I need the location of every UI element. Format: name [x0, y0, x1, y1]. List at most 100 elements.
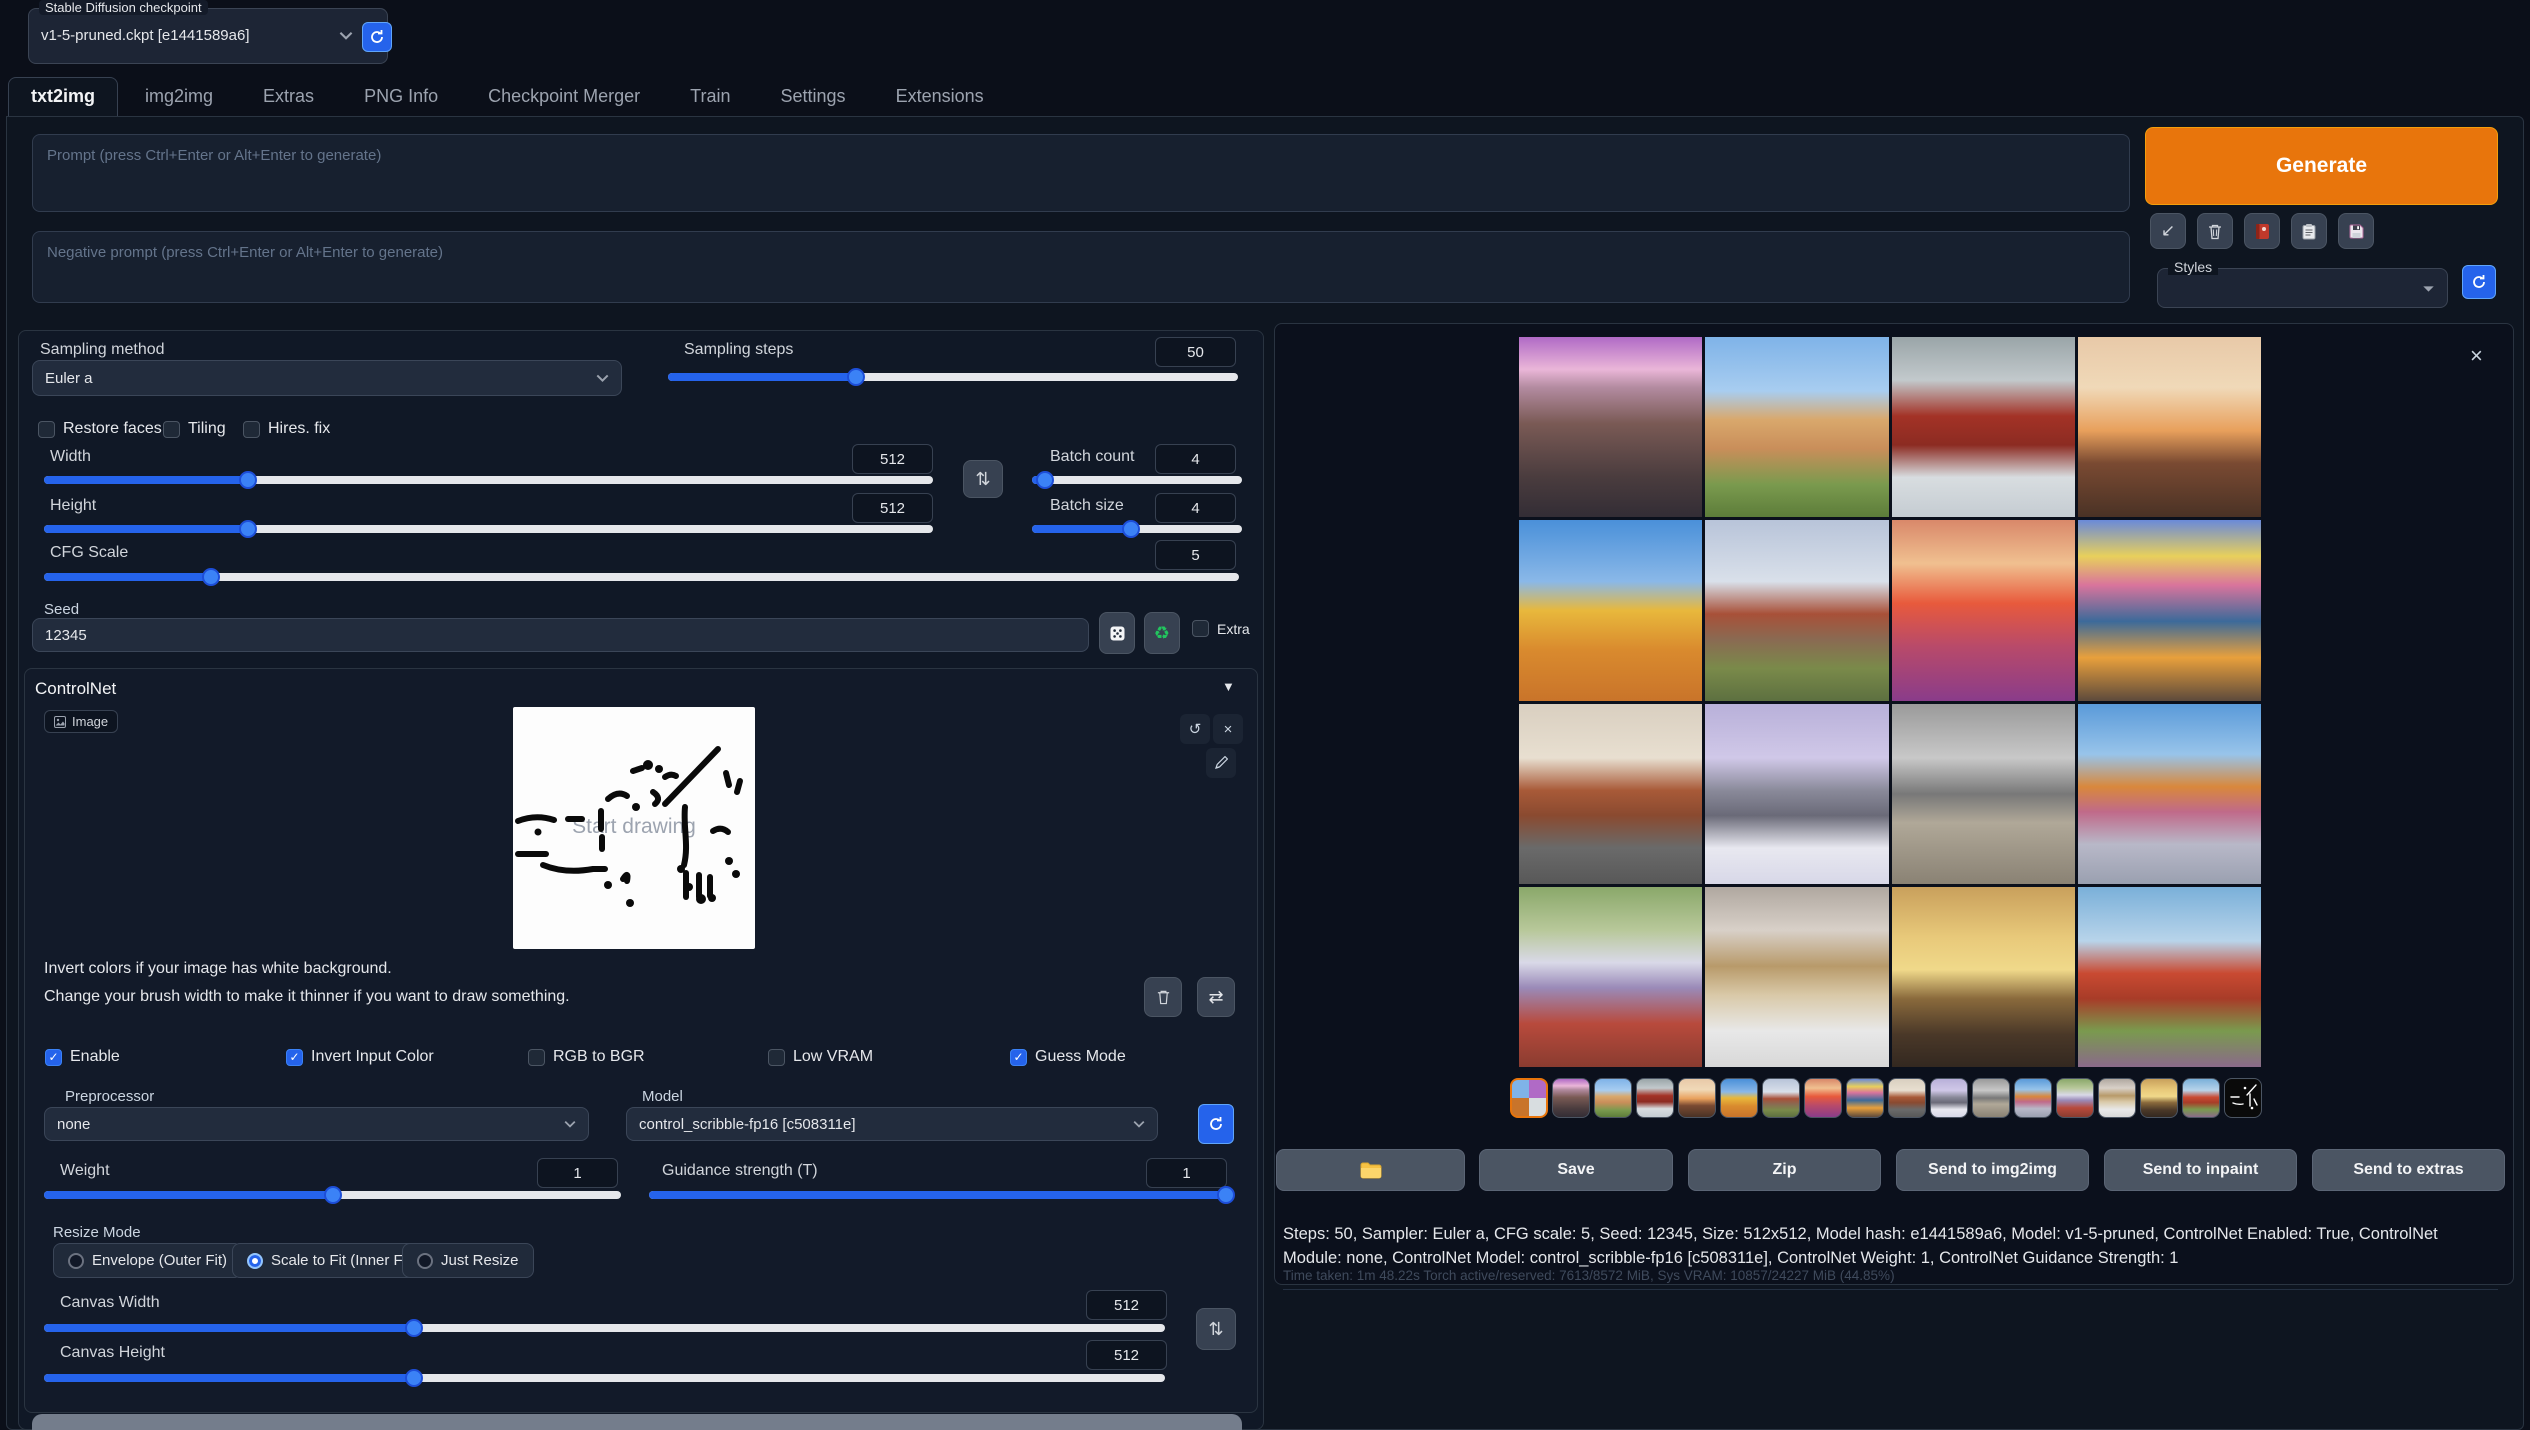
thumbnail[interactable]: [2098, 1078, 2136, 1118]
random-seed-button[interactable]: [1099, 612, 1135, 654]
save-style-button[interactable]: [2338, 213, 2374, 249]
prompt-input[interactable]: [32, 134, 2130, 212]
hires-fix-toggle[interactable]: Hires. fix: [243, 420, 330, 438]
refresh-controlnet-models-button[interactable]: [1198, 1104, 1234, 1144]
result-image[interactable]: [2078, 887, 2261, 1067]
invert-input-toggle[interactable]: ✓Invert Input Color: [286, 1048, 434, 1066]
hires-fix-checkbox[interactable]: [243, 421, 260, 438]
result-image[interactable]: [1519, 887, 1702, 1067]
guess-mode-toggle[interactable]: ✓Guess Mode: [1010, 1048, 1126, 1066]
controlnet-swap-button[interactable]: ⇄: [1197, 977, 1235, 1017]
create-canvas-button[interactable]: [32, 1414, 1242, 1430]
send-to-inpaint-button[interactable]: Send to inpaint: [2104, 1149, 2297, 1191]
canvas-height-slider[interactable]: [44, 1369, 1165, 1387]
tab-settings[interactable]: Settings: [758, 77, 869, 117]
thumbnail[interactable]: [1804, 1078, 1842, 1118]
restore-faces-checkbox[interactable]: [38, 421, 55, 438]
controlnet-model-dropdown[interactable]: control_scribble-fp16 [c508311e]: [626, 1107, 1158, 1141]
tiling-checkbox[interactable]: [163, 421, 180, 438]
result-image[interactable]: [1705, 887, 1888, 1067]
result-image[interactable]: [1705, 520, 1888, 700]
rgb-to-bgr-toggle[interactable]: RGB to BGR: [528, 1048, 645, 1066]
thumbnail[interactable]: [2014, 1078, 2052, 1118]
thumbnail[interactable]: [1846, 1078, 1884, 1118]
styles-dropdown[interactable]: Styles: [2157, 268, 2448, 308]
invert-input-checkbox[interactable]: ✓: [286, 1049, 303, 1066]
resize-just-resize-radio[interactable]: Just Resize: [402, 1243, 534, 1278]
thumbnail[interactable]: [1972, 1078, 2010, 1118]
guidance-strength-input[interactable]: 1: [1146, 1158, 1227, 1188]
clear-prompt-button[interactable]: [2197, 213, 2233, 249]
result-image[interactable]: [1519, 337, 1702, 517]
save-button[interactable]: Save: [1479, 1149, 1673, 1191]
rgb-to-bgr-checkbox[interactable]: [528, 1049, 545, 1066]
skip-button[interactable]: ↙: [2150, 213, 2186, 249]
close-gallery-icon[interactable]: ×: [2470, 343, 2483, 369]
result-image[interactable]: [2078, 704, 2261, 884]
thumbnail[interactable]: [1678, 1078, 1716, 1118]
canvas-undo-button[interactable]: ↺: [1180, 714, 1210, 744]
enable-checkbox[interactable]: ✓: [45, 1049, 62, 1066]
controlnet-canvas[interactable]: Start drawing: [513, 707, 755, 949]
thumbnail[interactable]: [2140, 1078, 2178, 1118]
canvas-height-input[interactable]: 512: [1086, 1340, 1167, 1370]
guess-mode-checkbox[interactable]: ✓: [1010, 1049, 1027, 1066]
thumbnail[interactable]: [1594, 1078, 1632, 1118]
canvas-width-slider[interactable]: [44, 1319, 1165, 1337]
reuse-seed-button[interactable]: ♻: [1144, 612, 1180, 654]
resize-scale-to-fit-radio[interactable]: Scale to Fit (Inner Fit): [232, 1243, 430, 1278]
thumbnail[interactable]: [1762, 1078, 1800, 1118]
height-input[interactable]: 512: [852, 493, 933, 523]
cfg-scale-input[interactable]: 5: [1155, 540, 1236, 570]
thumbnail[interactable]: [1888, 1078, 1926, 1118]
thumbnail[interactable]: [1636, 1078, 1674, 1118]
width-input[interactable]: 512: [852, 444, 933, 474]
guidance-strength-slider[interactable]: [649, 1186, 1226, 1204]
thumbnail[interactable]: [2056, 1078, 2094, 1118]
canvas-clear-button[interactable]: ×: [1213, 714, 1243, 744]
batch-count-slider[interactable]: [1032, 471, 1242, 489]
thumbnail[interactable]: [1720, 1078, 1758, 1118]
refresh-checkpoint-button[interactable]: [362, 22, 392, 52]
paste-params-button[interactable]: [2291, 213, 2327, 249]
generate-button[interactable]: Generate: [2145, 127, 2498, 205]
result-image[interactable]: [1519, 520, 1702, 700]
low-vram-toggle[interactable]: Low VRAM: [768, 1048, 873, 1066]
tab-img2img[interactable]: img2img: [122, 77, 236, 117]
tab-png-info[interactable]: PNG Info: [341, 77, 461, 117]
seed-input[interactable]: 12345: [32, 618, 1089, 652]
tiling-toggle[interactable]: Tiling: [163, 420, 226, 438]
controlnet-title[interactable]: ControlNet: [35, 679, 116, 699]
send-to-extras-button[interactable]: Send to extras: [2312, 1149, 2505, 1191]
tab-checkpoint-merger[interactable]: Checkpoint Merger: [465, 77, 663, 117]
negative-prompt-input[interactable]: [32, 231, 2130, 303]
weight-slider[interactable]: [44, 1186, 621, 1204]
result-image[interactable]: [1892, 337, 2075, 517]
extra-seed-toggle[interactable]: Extra: [1192, 620, 1250, 638]
refresh-styles-button[interactable]: [2462, 265, 2496, 299]
restore-faces-toggle[interactable]: Restore faces: [38, 420, 162, 438]
batch-count-input[interactable]: 4: [1155, 444, 1236, 474]
result-image[interactable]: [1705, 337, 1888, 517]
thumbnail[interactable]: [1552, 1078, 1590, 1118]
width-slider[interactable]: [44, 471, 933, 489]
result-image[interactable]: [1519, 704, 1702, 884]
tab-txt2img[interactable]: txt2img: [8, 77, 118, 117]
result-image[interactable]: [1892, 704, 2075, 884]
tab-train[interactable]: Train: [667, 77, 753, 117]
result-image[interactable]: [1892, 520, 2075, 700]
swap-dimensions-button[interactable]: ⇅: [963, 460, 1003, 498]
cfg-scale-slider[interactable]: [44, 568, 1239, 586]
canvas-brush-button[interactable]: [1206, 748, 1236, 778]
batch-size-input[interactable]: 4: [1155, 493, 1236, 523]
result-image[interactable]: [2078, 520, 2261, 700]
sampling-steps-input[interactable]: 50: [1155, 337, 1236, 367]
thumbnail-grid[interactable]: [1510, 1078, 1548, 1118]
result-image[interactable]: [1892, 887, 2075, 1067]
result-image-grid[interactable]: [1519, 337, 2261, 1067]
open-folder-button[interactable]: [1276, 1149, 1465, 1191]
controlnet-clear-button[interactable]: [1144, 977, 1182, 1017]
swap-canvas-dimensions-button[interactable]: ⇅: [1196, 1308, 1236, 1350]
enable-toggle[interactable]: ✓Enable: [45, 1048, 120, 1066]
canvas-width-input[interactable]: 512: [1086, 1290, 1167, 1320]
